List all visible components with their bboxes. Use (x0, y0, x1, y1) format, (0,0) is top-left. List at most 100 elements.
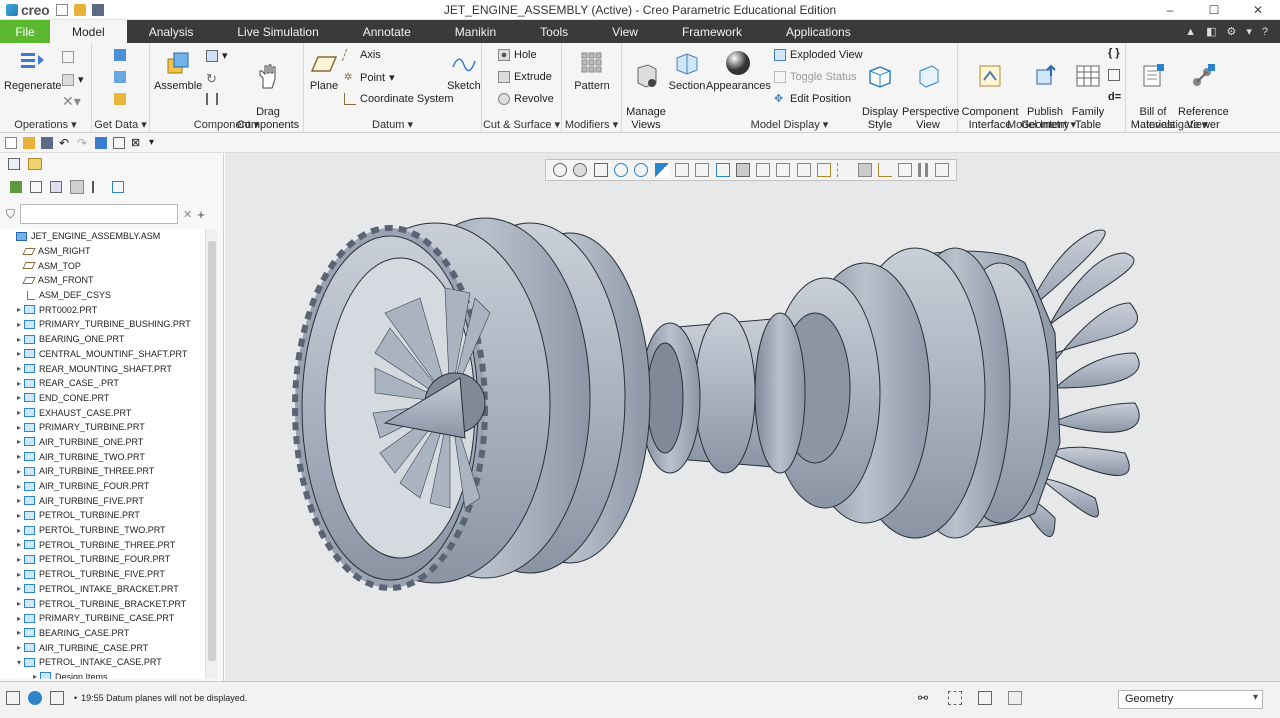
tree-item[interactable]: ▸ PRIMARY_TURBINE.PRT (0, 420, 206, 435)
plane-button[interactable]: Plane (306, 49, 342, 93)
group-label-model-display[interactable]: Model Display ▾ (622, 118, 957, 131)
coordinate-system-button[interactable]: Coordinate System (344, 93, 454, 105)
section-button[interactable]: Section (668, 49, 706, 93)
tree-item[interactable]: ▸ PRIMARY_TURBINE_CASE.PRT (0, 611, 206, 626)
tree-expand-icon[interactable]: ▸ (14, 364, 24, 373)
tree-filter-icon[interactable] (50, 181, 62, 193)
selection-filter-select[interactable]: Geometry (1118, 690, 1263, 709)
tab-file[interactable]: File (0, 20, 50, 43)
tree-item[interactable]: ▸ REAR_CASE_.PRT (0, 376, 206, 391)
tree-expand-icon[interactable]: ▸ (14, 452, 24, 461)
tree-item[interactable]: ▸ BEARING_ONE.PRT (0, 332, 206, 347)
quick-save-icon[interactable] (92, 3, 105, 16)
quick-new-icon[interactable] (56, 3, 69, 16)
redo-icon[interactable]: ↷ (77, 137, 89, 149)
user-defined-feature-icon[interactable] (114, 49, 126, 61)
tree-item[interactable]: ▸ AIR_TURBINE_THREE.PRT (0, 464, 206, 479)
hole-button[interactable]: Hole (498, 49, 537, 61)
tree-expand-icon[interactable]: ▸ (14, 393, 24, 402)
toggle-status-button[interactable]: Toggle Status (774, 71, 857, 83)
tab-applications[interactable]: Applications (764, 20, 873, 43)
extrude-button[interactable]: Extrude (498, 71, 552, 83)
create-component-icon[interactable]: ▾ (206, 49, 228, 62)
revolve-button[interactable]: Revolve (498, 93, 554, 105)
tree-sort-icon[interactable] (92, 181, 104, 193)
tree-expand-icon[interactable]: ▸ (14, 540, 24, 549)
appearances-button[interactable]: Appearances (706, 49, 771, 93)
relations-icon[interactable]: { } (1108, 47, 1120, 59)
group-label-get-data[interactable]: Get Data ▾ (92, 118, 149, 131)
tree-item[interactable]: ▸ PETROL_TURBINE_BRACKET.PRT (0, 596, 206, 611)
tab-view[interactable]: View (590, 20, 660, 43)
fullscreen-toggle-icon[interactable] (50, 691, 64, 705)
close-button[interactable]: ✕ (1236, 0, 1280, 20)
windows-icon[interactable] (113, 136, 125, 149)
tree-expand-icon[interactable]: ▸ (14, 526, 24, 535)
tree-item[interactable]: ▸ PETROL_TURBINE_THREE.PRT (0, 537, 206, 552)
tree-expand-icon[interactable]: ▸ (14, 628, 24, 637)
tree-item[interactable]: ▸ PRT0002.PRT (0, 302, 206, 317)
group-label-model-intent[interactable]: Model Intent ▾ (958, 118, 1125, 131)
tree-item[interactable]: ▸ REAR_MOUNTING_SHAFT.PRT (0, 361, 206, 376)
tree-item[interactable]: ▸ AIR_TURBINE_TWO.PRT (0, 449, 206, 464)
tree-expand-icon[interactable]: ▸ (14, 379, 24, 388)
tree-item[interactable]: ASM_TOP (0, 258, 206, 273)
tree-expand-icon[interactable]: ▸ (14, 482, 24, 491)
assemble-button[interactable]: Assemble (154, 49, 202, 93)
tree-item[interactable]: ASM_DEF_CSYS (0, 288, 206, 303)
point-button[interactable]: ✲ Point ▾ (344, 71, 395, 85)
regenerate-button[interactable]: Regenerate (4, 49, 62, 93)
shrinkwrap-icon[interactable] (114, 93, 126, 105)
tree-search-input[interactable] (20, 204, 179, 224)
tree-item[interactable]: ▸ AIR_TURBINE_FIVE.PRT (0, 493, 206, 508)
tree-item[interactable]: ▸ AIR_TURBINE_FOUR.PRT (0, 479, 206, 494)
pattern-button[interactable]: Pattern (568, 49, 616, 93)
tree-show-icon[interactable] (70, 180, 84, 194)
tree-item[interactable]: ASM_FRONT (0, 273, 206, 288)
customize-qat-icon[interactable]: ▾ (149, 137, 161, 149)
tree-expand-icon[interactable]: ▸ (14, 408, 24, 417)
mirror-component-icon[interactable] (206, 93, 218, 105)
group-label-component[interactable]: Component ▾ (150, 118, 303, 131)
tree-expand-icon[interactable]: ▸ (14, 320, 24, 329)
axis-button[interactable]: Axis (341, 49, 381, 61)
minimize-button[interactable]: – (1148, 0, 1192, 20)
edit-position-button[interactable]: ✥ Edit Position (774, 93, 851, 105)
tab-manikin[interactable]: Manikin (433, 20, 518, 43)
tree-columns-icon[interactable] (30, 181, 42, 193)
group-label-modifiers[interactable]: Modifiers ▾ (562, 118, 621, 131)
close-window-icon[interactable]: ⊠ (131, 137, 143, 149)
tree-expand-icon[interactable]: ▸ (30, 672, 40, 679)
tab-live-simulation[interactable]: Live Simulation (215, 20, 340, 43)
smart-filter-icon[interactable] (1008, 691, 1022, 705)
group-label-investigate[interactable]: Investigate ▾ (1126, 118, 1228, 131)
tree-item[interactable]: ▸ EXHAUST_CASE.PRT (0, 405, 206, 420)
tree-expand-icon[interactable]: ▸ (14, 423, 24, 432)
collapse-ribbon-icon[interactable]: ▲ (1185, 26, 1196, 38)
switch-dimensions-icon[interactable]: d= (1108, 91, 1121, 103)
tree-expand-icon[interactable]: ▸ (14, 496, 24, 505)
tree-item[interactable]: ▸ PETROL_TURBINE_FOUR.PRT (0, 552, 206, 567)
find-icon[interactable]: ⚯ (918, 691, 932, 705)
repeat-icon[interactable]: ↻ (206, 71, 217, 87)
tree-expand-icon[interactable]: ▸ (14, 349, 24, 358)
filter-icon[interactable]: ⛉ (6, 207, 15, 222)
regenerate-small-icon[interactable] (95, 136, 107, 149)
tree-expand-icon[interactable]: ▸ (14, 437, 24, 446)
tree-item[interactable]: ▸ CENTRAL_MOUNTINF_SHAFT.PRT (0, 347, 206, 362)
selected-items-icon[interactable] (978, 691, 992, 705)
tree-item[interactable]: ▸ PETROL_TURBINE_FIVE.PRT (0, 567, 206, 582)
tab-annotate[interactable]: Annotate (341, 20, 433, 43)
new-icon[interactable] (5, 136, 17, 149)
tree-scrollbar[interactable] (205, 229, 217, 679)
graphics-window[interactable] (225, 153, 1280, 681)
folder-browser-tab-icon[interactable] (28, 158, 42, 170)
tab-tools[interactable]: Tools (518, 20, 590, 43)
tab-framework[interactable]: Framework (660, 20, 764, 43)
group-label-datum[interactable]: Datum ▾ (304, 118, 481, 131)
tree-item[interactable]: ▾ PETROL_INTAKE_CASE.PRT (0, 655, 206, 670)
help-dropdown-icon[interactable]: ▾ (1246, 25, 1252, 38)
model-tree-tab-icon[interactable] (8, 158, 20, 170)
navigator-toggle-icon[interactable] (6, 691, 20, 705)
tree-settings-icon[interactable] (10, 181, 22, 193)
